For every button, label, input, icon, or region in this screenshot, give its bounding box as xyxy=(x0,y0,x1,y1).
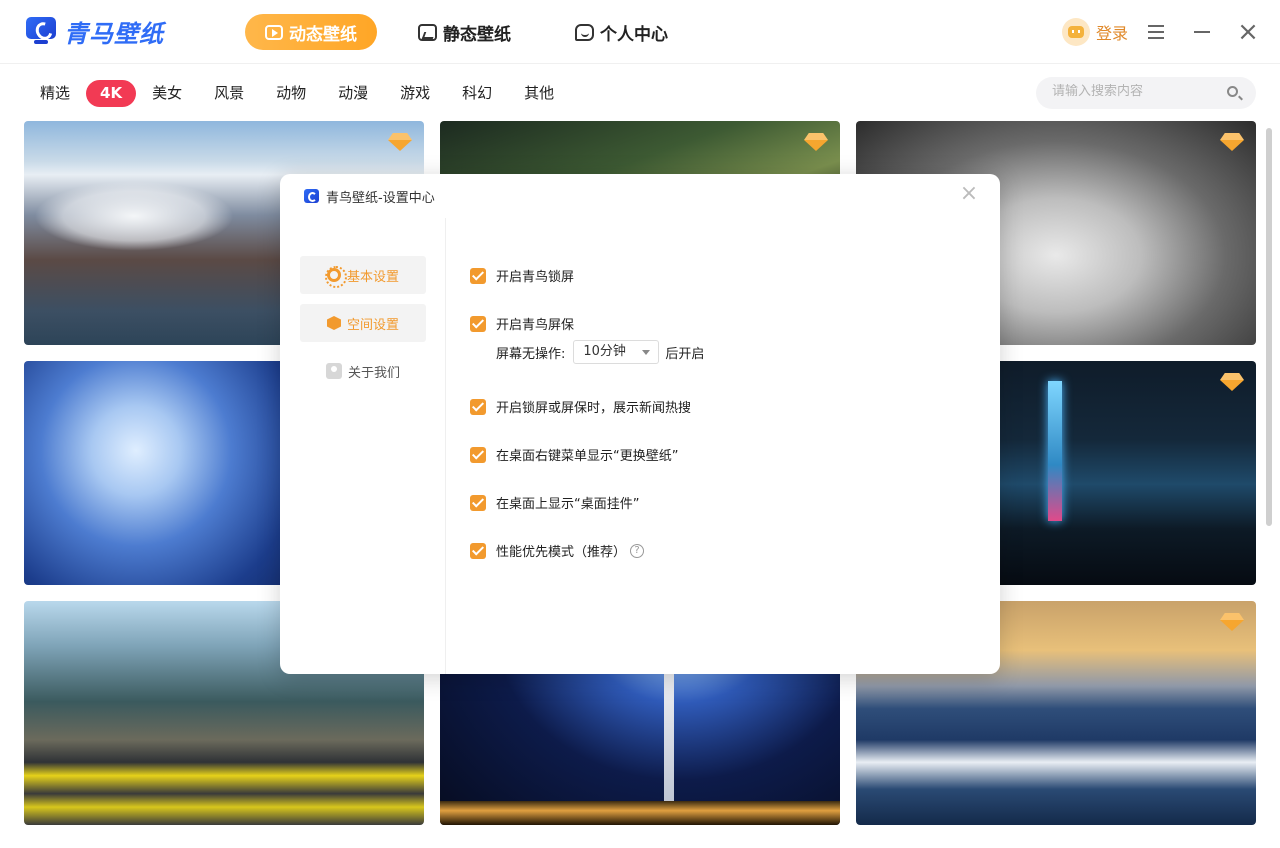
checkbox[interactable] xyxy=(470,494,486,511)
category-scenery[interactable]: 风景 xyxy=(198,80,260,107)
diamond-icon xyxy=(1220,133,1244,153)
option-label: 开启锁屏或屏保时，展示新闻热搜 xyxy=(496,401,692,416)
idle-suffix: 后开启 xyxy=(665,346,705,362)
idle-time-row: 屏幕无操作: 10分钟 后开启 xyxy=(496,340,704,364)
option-label: 在桌面上显示“桌面挂件” xyxy=(496,497,640,512)
help-icon[interactable]: ? xyxy=(630,543,645,558)
user-icon xyxy=(325,363,342,379)
chat-icon xyxy=(575,23,594,41)
dialog-header: 青鸟壁纸-设置中心 × xyxy=(280,174,1000,218)
hamburger-icon xyxy=(1148,31,1164,33)
diamond-icon xyxy=(1220,613,1244,633)
nav-user-label: 个人中心 xyxy=(600,24,668,45)
diamond-icon xyxy=(804,133,828,153)
idle-time-select[interactable]: 10分钟 xyxy=(573,340,660,364)
checkbox[interactable] xyxy=(470,398,486,415)
sidebar-item-storage[interactable]: 空间设置 xyxy=(300,304,426,342)
close-button[interactable]: × xyxy=(1236,17,1260,47)
nav-dynamic-label: 动态壁纸 xyxy=(289,24,357,45)
search-icon[interactable] xyxy=(1227,86,1238,97)
top-bar: 青马壁纸 动态壁纸 静态壁纸 个人中心 登录 × xyxy=(0,0,1280,64)
sidebar-item-basic[interactable]: 基本设置 xyxy=(300,256,426,294)
category-scifi[interactable]: 科幻 xyxy=(446,80,508,107)
option-label: 在桌面右键菜单显示“更换壁纸” xyxy=(496,449,679,464)
robot-avatar-icon xyxy=(1062,18,1090,46)
option-news[interactable]: 开启锁屏或屏保时，展示新闻热搜 xyxy=(470,397,691,416)
logo-icon xyxy=(24,15,58,47)
category-featured[interactable]: 精选 xyxy=(24,80,86,107)
box-icon xyxy=(326,316,341,330)
caret-down-icon xyxy=(642,350,651,355)
settings-dialog: 青鸟壁纸-设置中心 × 基本设置 空间设置 关于我们 开启青鸟锁屏 开启青鸟屏保… xyxy=(280,174,1000,674)
app-logo-icon xyxy=(304,189,319,203)
diamond-icon xyxy=(1220,373,1244,393)
option-label: 开启青鸟锁屏 xyxy=(496,270,575,285)
option-label: 性能优先模式（推荐） xyxy=(496,545,627,560)
logo-text: 青马壁纸 xyxy=(64,19,164,48)
category-beauty[interactable]: 美女 xyxy=(136,80,198,107)
checkbox[interactable] xyxy=(470,542,486,559)
nav-user-center[interactable]: 个人中心 xyxy=(575,14,668,50)
option-lock-screen[interactable]: 开启青鸟锁屏 xyxy=(470,266,574,285)
checkbox[interactable] xyxy=(470,446,486,463)
gear-icon xyxy=(324,266,347,288)
menu-button[interactable] xyxy=(1144,20,1168,44)
sidebar-item-label: 空间设置 xyxy=(346,317,399,333)
option-screen-saver[interactable]: 开启青鸟屏保 xyxy=(470,314,574,333)
category-animals[interactable]: 动物 xyxy=(260,80,322,107)
nav-static-wallpaper[interactable]: 静态壁纸 xyxy=(418,14,511,50)
option-desktop-widget[interactable]: 在桌面上显示“桌面挂件” xyxy=(470,493,639,512)
nav-dynamic-wallpaper[interactable]: 动态壁纸 xyxy=(245,14,377,50)
checkbox[interactable] xyxy=(470,267,486,284)
option-context-menu[interactable]: 在桌面右键菜单显示“更换壁纸” xyxy=(470,445,678,464)
option-performance-mode[interactable]: 性能优先模式（推荐） ? xyxy=(470,541,645,560)
sidebar-item-label: 关于我们 xyxy=(347,365,400,381)
login-button[interactable]: 登录 xyxy=(1062,18,1128,46)
login-label: 登录 xyxy=(1096,24,1129,43)
sidebar-item-about[interactable]: 关于我们 xyxy=(300,352,426,390)
search-box xyxy=(1036,77,1256,109)
sidebar-item-label: 基本设置 xyxy=(346,269,399,285)
app-logo[interactable]: 青马壁纸 xyxy=(24,14,164,48)
category-tabs: 精选 4K 美女 风景 动物 动漫 游戏 科幻 其他 xyxy=(24,80,570,107)
idle-label: 屏幕无操作: xyxy=(496,346,566,362)
category-other[interactable]: 其他 xyxy=(508,80,570,107)
checkbox[interactable] xyxy=(470,315,486,332)
image-icon xyxy=(418,23,437,41)
option-label: 开启青鸟屏保 xyxy=(496,318,575,333)
search-input[interactable] xyxy=(1052,84,1212,99)
dialog-title: 青鸟壁纸-设置中心 xyxy=(326,191,435,206)
category-4k[interactable]: 4K xyxy=(86,80,137,107)
idle-time-value: 10分钟 xyxy=(583,344,626,359)
scrollbar[interactable] xyxy=(1266,128,1272,526)
settings-sidebar: 基本设置 空间设置 关于我们 xyxy=(280,218,446,674)
minimize-button[interactable] xyxy=(1190,20,1214,44)
category-anime[interactable]: 动漫 xyxy=(322,80,384,107)
nav-static-label: 静态壁纸 xyxy=(443,24,511,45)
diamond-icon xyxy=(388,133,412,153)
minimize-icon xyxy=(1194,31,1210,33)
play-icon xyxy=(265,24,283,40)
category-games[interactable]: 游戏 xyxy=(384,80,446,107)
close-icon: × xyxy=(1237,17,1259,47)
dialog-close-button[interactable]: × xyxy=(958,182,980,206)
